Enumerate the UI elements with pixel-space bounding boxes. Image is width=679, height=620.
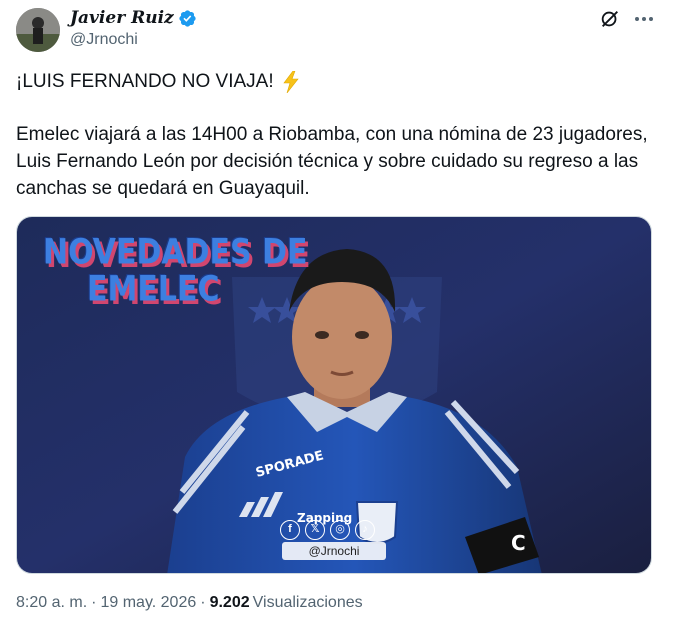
tweet-body: Emelec viajará a las 14H00 a Riobamba, c… (16, 124, 648, 199)
tweet-footer: 8:20 a. m. · 19 may. 2026 · 9.202 Visual… (16, 594, 363, 612)
media-overlay-line2: EMELEC (87, 269, 220, 310)
footer-separator-2: · (200, 594, 206, 611)
views-count[interactable]: 9.202 (210, 594, 250, 612)
avatar-image (16, 8, 60, 52)
footer-separator: · (91, 594, 97, 611)
tweet-time[interactable]: 8:20 a. m. (16, 594, 87, 612)
author-name-row[interactable]: Javier Ruiz (70, 8, 197, 28)
instagram-icon: ◎ (330, 520, 350, 540)
media-overlay-line1: NOVEDADES DE (43, 232, 308, 273)
watermark-handle: @Jrnochi (282, 542, 386, 560)
avatar[interactable] (16, 8, 60, 52)
tweet-media-image[interactable]: C SPORADE Zapping NOVEDADES DE EMELEC f … (16, 216, 652, 574)
watermark-social-icons: f 𝕏 ◎ ♪ (280, 520, 375, 540)
more-icon[interactable] (632, 8, 656, 30)
tweet-date[interactable]: 19 may. 2026 (100, 594, 196, 612)
verified-badge-icon (179, 9, 196, 27)
tiktok-icon: ♪ (355, 520, 375, 540)
grok-icon[interactable] (599, 8, 621, 30)
tweet-headline-row: ¡LUIS FERNANDO NO VIAJA! (16, 70, 300, 94)
svg-text:C: C (511, 531, 526, 555)
facebook-icon: f (280, 520, 300, 540)
author-name[interactable]: Javier Ruiz (70, 8, 174, 28)
tweet-headline: ¡LUIS FERNANDO NO VIAJA! (16, 71, 274, 92)
high-voltage-icon (283, 71, 299, 93)
x-icon: 𝕏 (305, 520, 325, 540)
views-label: Visualizaciones (252, 594, 363, 611)
author-handle[interactable]: @Jrnochi (70, 31, 138, 49)
